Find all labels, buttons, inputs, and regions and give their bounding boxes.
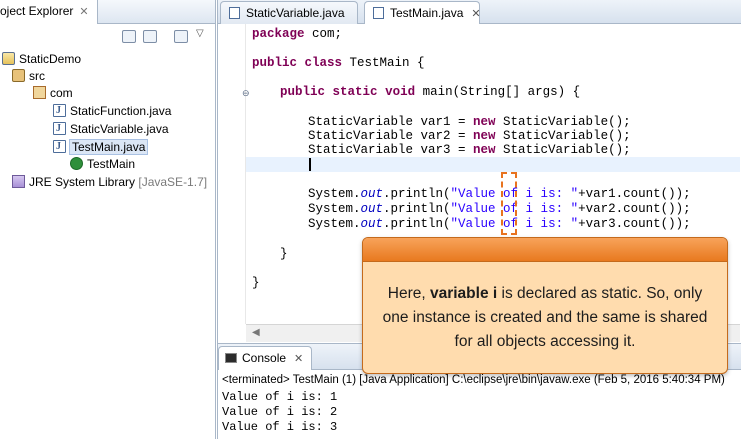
package-icon bbox=[33, 86, 46, 100]
class-icon bbox=[70, 157, 83, 171]
tree-item-staticvariable[interactable]: StaticVariable.java bbox=[53, 120, 169, 138]
link-with-editor-icon[interactable] bbox=[143, 30, 157, 43]
editor-tab-bar: StaticVariable.java TestMain.java ✕ bbox=[218, 0, 741, 24]
tree-item-label: TestMain bbox=[87, 157, 136, 171]
console-output-line: Value of i is: 1 bbox=[222, 390, 338, 404]
scroll-left-icon[interactable]: ◀ bbox=[252, 327, 260, 338]
java-file-icon bbox=[53, 102, 66, 120]
explorer-toolbar: ▽ bbox=[0, 24, 215, 50]
explorer-tab-label: oject Explorer bbox=[0, 4, 74, 18]
chevron-down-icon[interactable]: ▽ bbox=[196, 28, 204, 39]
console-icon bbox=[225, 352, 237, 363]
code-line: StaticVariable var1 = new StaticVariable… bbox=[308, 115, 631, 129]
tree-item-label: StaticFunction.java bbox=[70, 104, 172, 118]
project-explorer-panel: oject Explorer ✕ ▽ StaticDemo src com Sta… bbox=[0, 0, 216, 439]
code-line: System.out.println("Value of i is: "+var… bbox=[308, 217, 691, 231]
tree-item-label: StaticVariable.java bbox=[70, 122, 169, 136]
tree-item-project[interactable]: StaticDemo bbox=[2, 50, 81, 68]
java-file-icon bbox=[229, 6, 240, 19]
callout-header bbox=[363, 238, 727, 262]
view-menu-icon[interactable] bbox=[174, 30, 188, 43]
tree-item-suffix: [JavaSE-1.7] bbox=[138, 175, 208, 189]
tree-item-label: src bbox=[29, 69, 45, 83]
tab-testmain-java[interactable]: TestMain.java ✕ bbox=[364, 1, 481, 24]
code-line: public static void main(String[] args) { bbox=[280, 85, 581, 99]
tree-item-src[interactable]: src bbox=[12, 67, 45, 85]
highlight-box bbox=[501, 172, 517, 235]
java-file-icon bbox=[53, 120, 66, 138]
tree-item-testmain-java[interactable]: TestMain.java bbox=[53, 138, 149, 156]
tree-item-label: com bbox=[50, 86, 73, 100]
code-line: } bbox=[252, 276, 260, 290]
editor-tab-label: TestMain.java bbox=[390, 6, 464, 20]
fold-marker-icon[interactable]: ⊖ bbox=[242, 88, 250, 99]
tab-project-explorer[interactable]: oject Explorer ✕ bbox=[0, 0, 98, 24]
code-line: package com; bbox=[252, 27, 343, 41]
tutorial-callout: Here, variable i is declared as static. … bbox=[362, 237, 728, 374]
console-status: <terminated> TestMain (1) [Java Applicat… bbox=[222, 374, 725, 386]
tree-item-label: JRE System Library bbox=[29, 175, 136, 189]
console-output-line: Value of i is: 3 bbox=[222, 420, 338, 434]
editor-tab-label: StaticVariable.java bbox=[246, 6, 345, 20]
tree-item-label: TestMain.java bbox=[68, 139, 149, 155]
current-line-highlight bbox=[246, 157, 740, 172]
code-line: StaticVariable var2 = new StaticVariable… bbox=[308, 129, 631, 143]
code-line: System.out.println("Value of i is: "+var… bbox=[308, 202, 691, 216]
tree-item-testmain-class[interactable]: TestMain bbox=[70, 155, 135, 173]
java-file-icon bbox=[53, 138, 66, 156]
console-output-line: Value of i is: 2 bbox=[222, 405, 338, 419]
tree-item-label: StaticDemo bbox=[19, 52, 82, 66]
close-icon[interactable]: ✕ bbox=[471, 8, 480, 20]
code-line: StaticVariable var3 = new StaticVariable… bbox=[308, 143, 631, 157]
tab-staticvariable-java[interactable]: StaticVariable.java bbox=[220, 1, 358, 24]
collapse-all-icon[interactable] bbox=[122, 30, 136, 43]
source-folder-icon bbox=[12, 69, 25, 83]
project-icon bbox=[2, 52, 15, 66]
console-tab-label: Console bbox=[242, 351, 287, 365]
close-icon[interactable]: ✕ bbox=[79, 6, 88, 18]
tree-item-staticfunction[interactable]: StaticFunction.java bbox=[53, 102, 171, 120]
explorer-tab-bar: oject Explorer ✕ bbox=[0, 0, 215, 24]
tree-item-jre-library[interactable]: JRE System Library [JavaSE-1.7] bbox=[12, 173, 207, 191]
callout-bold-text: variable i bbox=[429, 285, 498, 302]
tree-item-package[interactable]: com bbox=[33, 84, 73, 102]
java-file-icon bbox=[373, 6, 384, 19]
close-icon[interactable]: ✕ bbox=[294, 353, 303, 365]
code-line: } bbox=[280, 247, 288, 261]
editor-gutter bbox=[218, 24, 246, 324]
text-caret bbox=[309, 158, 311, 171]
code-line: System.out.println("Value of i is: "+var… bbox=[308, 187, 691, 201]
callout-text: Here, variable i is declared as static. … bbox=[382, 285, 708, 350]
library-icon bbox=[12, 175, 25, 189]
tab-console[interactable]: Console ✕ bbox=[218, 346, 313, 370]
code-line: public class TestMain { bbox=[252, 56, 425, 70]
